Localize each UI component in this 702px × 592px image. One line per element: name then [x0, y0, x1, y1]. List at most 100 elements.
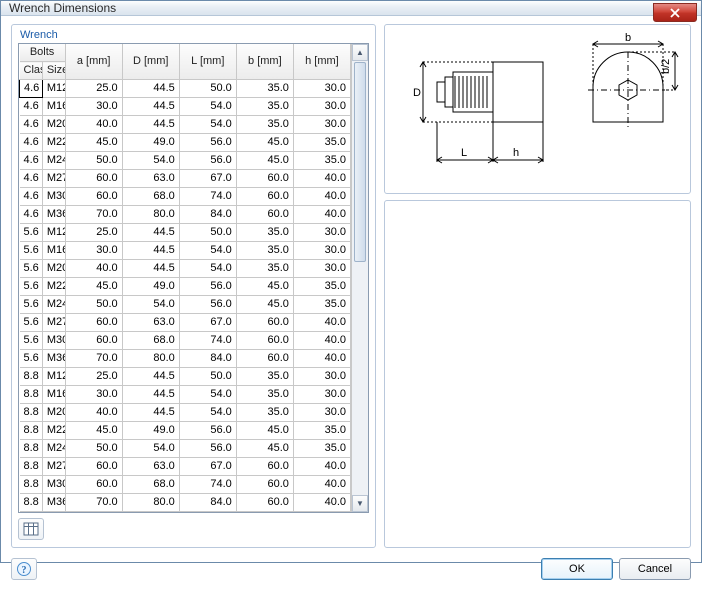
ok-button[interactable]: OK: [541, 558, 613, 580]
cell-a[interactable]: 70.0: [65, 494, 122, 512]
vertical-scrollbar[interactable]: ▲ ▼: [351, 44, 368, 512]
cell-L[interactable]: 84.0: [179, 494, 236, 512]
cell-L[interactable]: 54.0: [179, 404, 236, 422]
cell-D[interactable]: 44.5: [122, 242, 179, 260]
cell-a[interactable]: 45.0: [65, 134, 122, 152]
cell-D[interactable]: 49.0: [122, 278, 179, 296]
cell-class[interactable]: 4.6: [20, 206, 43, 224]
cell-h[interactable]: 30.0: [293, 368, 350, 386]
cell-class[interactable]: 8.8: [20, 422, 43, 440]
cell-b[interactable]: 60.0: [236, 476, 293, 494]
cell-size[interactable]: M27: [42, 170, 65, 188]
cell-a[interactable]: 60.0: [65, 332, 122, 350]
table-row[interactable]: 5.6M2760.063.067.060.040.0: [20, 314, 351, 332]
cell-D[interactable]: 63.0: [122, 170, 179, 188]
cell-h[interactable]: 30.0: [293, 224, 350, 242]
cell-class[interactable]: 5.6: [20, 278, 43, 296]
cell-size[interactable]: M22: [42, 422, 65, 440]
cell-a[interactable]: 25.0: [65, 368, 122, 386]
cell-b[interactable]: 60.0: [236, 170, 293, 188]
cell-h[interactable]: 30.0: [293, 98, 350, 116]
cell-a[interactable]: 70.0: [65, 206, 122, 224]
col-h[interactable]: h [mm]: [293, 44, 350, 80]
cell-size[interactable]: M16: [42, 386, 65, 404]
titlebar[interactable]: Wrench Dimensions: [1, 1, 701, 16]
cell-L[interactable]: 67.0: [179, 170, 236, 188]
cell-h[interactable]: 40.0: [293, 494, 350, 512]
cell-a[interactable]: 50.0: [65, 440, 122, 458]
cell-b[interactable]: 45.0: [236, 134, 293, 152]
cell-h[interactable]: 40.0: [293, 170, 350, 188]
cell-D[interactable]: 63.0: [122, 458, 179, 476]
cell-b[interactable]: 45.0: [236, 440, 293, 458]
cell-D[interactable]: 44.5: [122, 260, 179, 278]
cell-D[interactable]: 68.0: [122, 476, 179, 494]
cell-b[interactable]: 60.0: [236, 494, 293, 512]
cell-class[interactable]: 4.6: [20, 98, 43, 116]
cell-L[interactable]: 56.0: [179, 440, 236, 458]
table-row[interactable]: 5.6M3670.080.084.060.040.0: [20, 350, 351, 368]
cell-size[interactable]: M24: [42, 152, 65, 170]
table-row[interactable]: 8.8M2040.044.554.035.030.0: [20, 404, 351, 422]
cell-a[interactable]: 45.0: [65, 278, 122, 296]
col-size[interactable]: Size: [42, 62, 65, 80]
cell-L[interactable]: 50.0: [179, 224, 236, 242]
cell-h[interactable]: 30.0: [293, 386, 350, 404]
cell-size[interactable]: M36: [42, 206, 65, 224]
cell-class[interactable]: 5.6: [20, 296, 43, 314]
cell-L[interactable]: 74.0: [179, 332, 236, 350]
cell-b[interactable]: 35.0: [236, 98, 293, 116]
cell-size[interactable]: M27: [42, 314, 65, 332]
col-a[interactable]: a [mm]: [65, 44, 122, 80]
cell-D[interactable]: 44.5: [122, 80, 179, 98]
cell-size[interactable]: M30: [42, 188, 65, 206]
cell-D[interactable]: 44.5: [122, 224, 179, 242]
table-row[interactable]: 4.6M3670.080.084.060.040.0: [20, 206, 351, 224]
cell-a[interactable]: 70.0: [65, 350, 122, 368]
cell-L[interactable]: 54.0: [179, 386, 236, 404]
cell-class[interactable]: 5.6: [20, 350, 43, 368]
cell-a[interactable]: 60.0: [65, 314, 122, 332]
cell-a[interactable]: 50.0: [65, 152, 122, 170]
cell-b[interactable]: 35.0: [236, 116, 293, 134]
cell-h[interactable]: 40.0: [293, 314, 350, 332]
cell-h[interactable]: 30.0: [293, 116, 350, 134]
cell-h[interactable]: 35.0: [293, 134, 350, 152]
cell-h[interactable]: 40.0: [293, 350, 350, 368]
cell-b[interactable]: 60.0: [236, 458, 293, 476]
cell-h[interactable]: 35.0: [293, 440, 350, 458]
cell-class[interactable]: 8.8: [20, 476, 43, 494]
cell-class[interactable]: 8.8: [20, 386, 43, 404]
cell-b[interactable]: 35.0: [236, 404, 293, 422]
cell-L[interactable]: 84.0: [179, 350, 236, 368]
cell-a[interactable]: 30.0: [65, 98, 122, 116]
cell-h[interactable]: 30.0: [293, 260, 350, 278]
scroll-down-button[interactable]: ▼: [352, 495, 368, 512]
cell-b[interactable]: 45.0: [236, 278, 293, 296]
cell-h[interactable]: 40.0: [293, 476, 350, 494]
cell-L[interactable]: 54.0: [179, 260, 236, 278]
cell-D[interactable]: 44.5: [122, 404, 179, 422]
cell-b[interactable]: 60.0: [236, 188, 293, 206]
table-row[interactable]: 5.6M1630.044.554.035.030.0: [20, 242, 351, 260]
table-row[interactable]: 8.8M3670.080.084.060.040.0: [20, 494, 351, 512]
cell-class[interactable]: 4.6: [20, 188, 43, 206]
table-row[interactable]: 5.6M2450.054.056.045.035.0: [20, 296, 351, 314]
cell-a[interactable]: 25.0: [65, 80, 122, 98]
cell-L[interactable]: 84.0: [179, 206, 236, 224]
cell-class[interactable]: 8.8: [20, 494, 43, 512]
cell-D[interactable]: 80.0: [122, 350, 179, 368]
cell-b[interactable]: 45.0: [236, 296, 293, 314]
cell-b[interactable]: 35.0: [236, 260, 293, 278]
cell-L[interactable]: 56.0: [179, 422, 236, 440]
table-row[interactable]: 4.6M1225.044.550.035.030.0: [20, 80, 351, 98]
table-row[interactable]: 4.6M2760.063.067.060.040.0: [20, 170, 351, 188]
cell-D[interactable]: 68.0: [122, 332, 179, 350]
cell-size[interactable]: M24: [42, 440, 65, 458]
cell-L[interactable]: 56.0: [179, 278, 236, 296]
cell-class[interactable]: 8.8: [20, 440, 43, 458]
cell-b[interactable]: 35.0: [236, 80, 293, 98]
cell-b[interactable]: 60.0: [236, 206, 293, 224]
column-settings-button[interactable]: [18, 518, 44, 540]
cell-size[interactable]: M22: [42, 134, 65, 152]
